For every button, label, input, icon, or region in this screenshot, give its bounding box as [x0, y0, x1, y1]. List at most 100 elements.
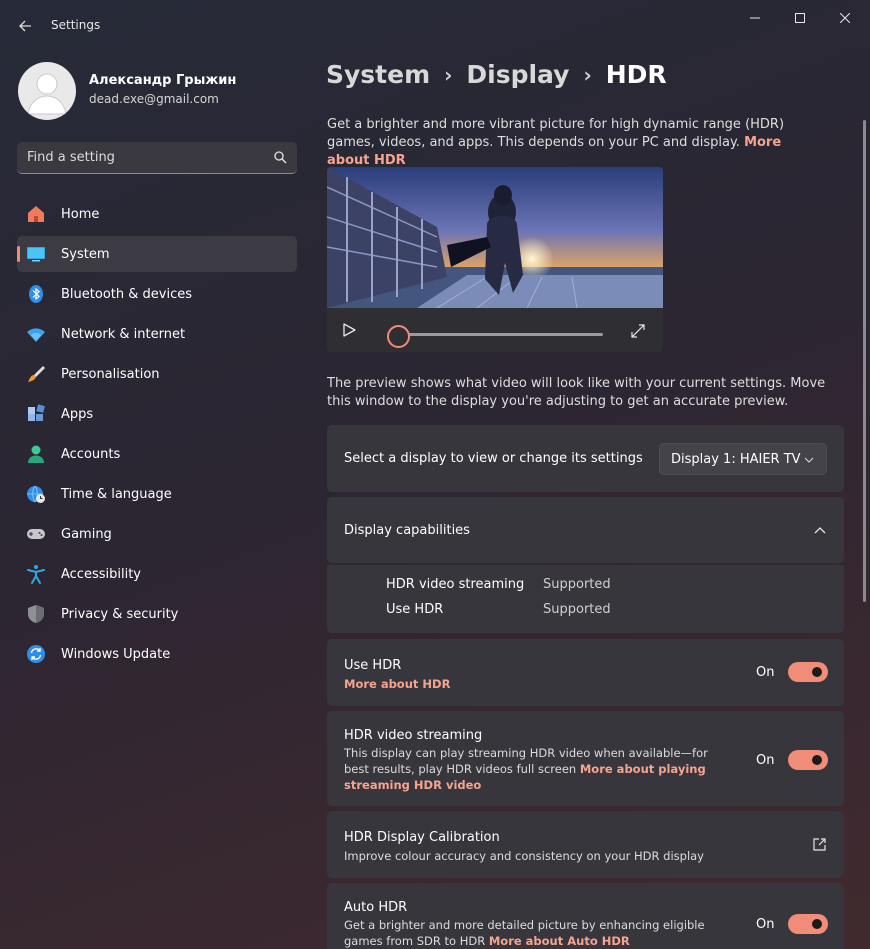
breadcrumb: System › Display › HDR — [326, 60, 667, 89]
sidebar-item-label: Network & internet — [61, 327, 186, 342]
toggle-knob — [812, 755, 822, 765]
hdr-streaming-title: HDR video streaming — [344, 728, 483, 743]
user-name: Александр Грыжин — [89, 73, 237, 88]
capabilities-title: Display capabilities — [344, 523, 470, 538]
display-dropdown-value: Display 1: HAIER TV — [671, 452, 801, 467]
auto-hdr-toggle[interactable] — [788, 914, 828, 934]
hdr-streaming-desc-block: This display can play streaming HDR vide… — [344, 745, 724, 793]
use-hdr-state: On — [756, 665, 775, 680]
accounts-icon — [28, 445, 44, 463]
arrow-left-icon — [19, 20, 31, 32]
breadcrumb-display[interactable]: Display — [466, 60, 569, 89]
use-hdr-link-row: More about HDR — [344, 676, 724, 692]
auto-hdr-title: Auto HDR — [344, 900, 408, 915]
sidebar-item-label: Bluetooth & devices — [61, 287, 192, 302]
use-hdr-card: Use HDR More about HDR On — [327, 639, 844, 706]
sidebar-item-label: Home — [61, 207, 100, 222]
search-icon[interactable] — [274, 151, 287, 164]
maximize-icon — [795, 13, 805, 23]
sidebar-item-label: Accessibility — [61, 567, 141, 582]
maximize-button[interactable] — [777, 4, 823, 32]
breadcrumb-separator: › — [444, 62, 453, 87]
chevron-down-icon — [804, 457, 814, 463]
hdr-streaming-state: On — [756, 753, 775, 768]
hdr-streaming-toggle[interactable] — [788, 750, 828, 770]
system-icon — [27, 247, 45, 262]
home-icon — [28, 206, 44, 222]
sidebar-item-windows-update[interactable]: Windows Update — [17, 636, 297, 672]
auto-hdr-more-link[interactable]: More about Auto HDR — [489, 934, 630, 948]
use-hdr-toggle[interactable] — [788, 662, 828, 682]
auto-hdr-desc-block: Get a brighter and more detailed picture… — [344, 917, 724, 949]
sidebar-item-label: Windows Update — [61, 647, 171, 662]
title-bar: Settings — [0, 0, 870, 50]
scrollbar-thumb[interactable] — [863, 120, 866, 602]
sidebar-item-bluetooth[interactable]: Bluetooth & devices — [17, 276, 297, 312]
use-hdr-title: Use HDR — [344, 658, 402, 673]
seek-track[interactable] — [399, 333, 603, 336]
capability-name: Use HDR — [386, 602, 444, 617]
sidebar-nav: Home System Bluetooth & devices Network … — [17, 196, 297, 676]
sidebar-item-system[interactable]: System — [17, 236, 297, 272]
sidebar-item-label: Privacy & security — [61, 607, 179, 622]
user-email: dead.exe@gmail.com — [89, 92, 219, 106]
wifi-icon — [27, 328, 45, 342]
back-button[interactable] — [10, 11, 40, 41]
use-hdr-more-link[interactable]: More about HDR — [344, 677, 450, 691]
hdr-calibration-title: HDR Display Calibration — [344, 830, 500, 845]
breadcrumb-system[interactable]: System — [326, 60, 430, 89]
breadcrumb-separator: › — [583, 62, 592, 87]
auto-hdr-card: Auto HDR Get a brighter and more detaile… — [327, 883, 844, 949]
seek-slider-thumb[interactable] — [387, 325, 410, 348]
minimize-icon — [750, 17, 760, 19]
sidebar-item-accessibility[interactable]: Accessibility — [17, 556, 297, 592]
capability-value: Supported — [543, 577, 611, 592]
globe-clock-icon — [27, 485, 45, 503]
intro-description: Get a brighter and more vibrant picture … — [327, 117, 785, 150]
fullscreen-button[interactable] — [630, 323, 646, 343]
search-input[interactable] — [27, 142, 267, 173]
sidebar-item-personalisation[interactable]: Personalisation — [17, 356, 297, 392]
sidebar-item-accounts[interactable]: Accounts — [17, 436, 297, 472]
sidebar-item-label: Apps — [61, 407, 94, 422]
sidebar-item-gaming[interactable]: Gaming — [17, 516, 297, 552]
hdr-streaming-card: HDR video streaming This display can pla… — [327, 711, 844, 806]
sidebar-item-network[interactable]: Network & internet — [17, 316, 297, 352]
update-icon — [27, 645, 45, 663]
expand-icon — [631, 324, 645, 338]
sidebar-item-privacy[interactable]: Privacy & security — [17, 596, 297, 632]
display-select-label: Select a display to view or change its s… — [344, 451, 643, 466]
shield-icon — [28, 605, 44, 623]
minimize-button[interactable] — [732, 4, 778, 32]
play-button[interactable] — [341, 322, 357, 342]
apps-icon — [28, 404, 45, 421]
sidebar-item-home[interactable]: Home — [17, 196, 297, 232]
close-button[interactable] — [822, 4, 868, 32]
page-title: HDR — [605, 60, 667, 89]
preview-image — [327, 167, 663, 308]
sidebar-item-apps[interactable]: Apps — [17, 396, 297, 432]
sidebar-item-label: Accounts — [61, 447, 121, 462]
display-dropdown[interactable]: Display 1: HAIER TV — [659, 443, 827, 475]
toggle-knob — [812, 667, 822, 677]
close-icon — [840, 13, 850, 23]
brush-icon — [28, 366, 45, 382]
user-avatar-icon — [27, 73, 67, 115]
toggle-knob — [812, 919, 822, 929]
capability-name: HDR video streaming — [386, 577, 525, 592]
capabilities-header[interactable]: Display capabilities — [327, 497, 844, 563]
capability-value: Supported — [543, 602, 611, 617]
hdr-calibration-card[interactable]: HDR Display Calibration Improve colour a… — [327, 811, 844, 878]
sidebar-item-time-language[interactable]: Time & language — [17, 476, 297, 512]
app-title: Settings — [51, 18, 101, 32]
bluetooth-icon — [29, 285, 43, 303]
external-link-icon[interactable] — [813, 838, 826, 851]
sidebar-item-label: Gaming — [61, 527, 112, 542]
sidebar-item-label: Time & language — [61, 487, 172, 502]
chevron-up-icon[interactable] — [814, 526, 826, 536]
avatar[interactable] — [18, 62, 76, 120]
intro-text: Get a brighter and more vibrant picture … — [327, 116, 827, 170]
preview-note: The preview shows what video will look l… — [327, 376, 826, 409]
search-box[interactable] — [17, 142, 297, 174]
gamepad-icon — [27, 529, 45, 539]
